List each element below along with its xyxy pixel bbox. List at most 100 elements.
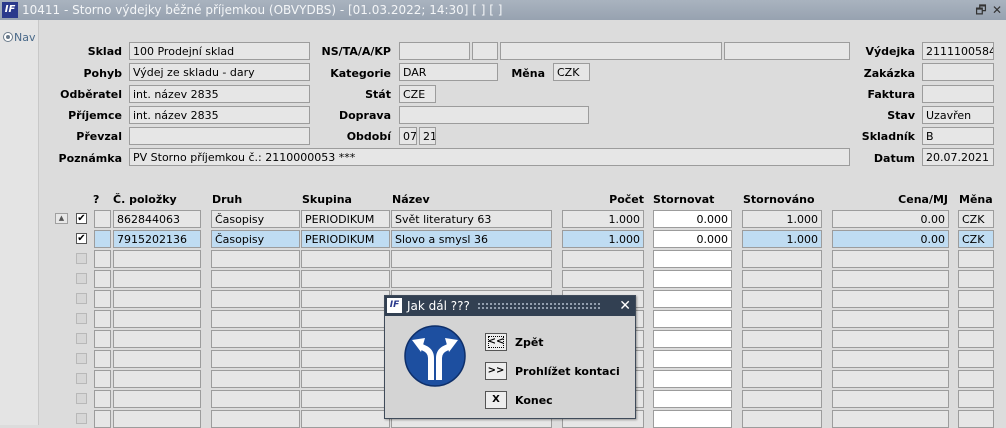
- empty-cell[interactable]: [742, 350, 822, 368]
- odberatel-field[interactable]: int. název 2835: [129, 85, 310, 103]
- empty-cell[interactable]: [391, 270, 552, 288]
- row-2-pocet[interactable]: 1.000: [562, 230, 644, 248]
- empty-cell[interactable]: [562, 270, 644, 288]
- empty-cell[interactable]: [94, 390, 111, 408]
- empty-cell[interactable]: [301, 310, 390, 328]
- empty-cell[interactable]: [742, 410, 822, 428]
- prohlizet-kontaci-key-button[interactable]: >>: [485, 362, 507, 380]
- prijemce-field[interactable]: int. název 2835: [129, 106, 310, 124]
- empty-cell[interactable]: [113, 250, 201, 268]
- nav-radio-icon[interactable]: [3, 32, 13, 42]
- empty-cell[interactable]: [301, 350, 390, 368]
- empty-cell[interactable]: [832, 290, 949, 308]
- dialog-drag-grip[interactable]: [477, 302, 601, 310]
- row-2-cislo[interactable]: 7915202136: [113, 230, 201, 248]
- empty-cell[interactable]: [958, 370, 994, 388]
- empty-cell[interactable]: [653, 390, 732, 408]
- row-1-stornovat[interactable]: 0.000: [653, 210, 732, 228]
- empty-cell[interactable]: [832, 330, 949, 348]
- row-2-checkbox[interactable]: ✔: [76, 233, 87, 244]
- row-1-cena[interactable]: 0.00: [832, 210, 949, 228]
- empty-cell[interactable]: [742, 250, 822, 268]
- empty-cell[interactable]: [958, 290, 994, 308]
- row-1-nazev[interactable]: Svět literatury 63: [391, 210, 552, 228]
- empty-cell[interactable]: [113, 370, 201, 388]
- empty-row-checkbox[interactable]: [76, 253, 87, 264]
- empty-row-checkbox[interactable]: [76, 373, 87, 384]
- empty-cell[interactable]: [958, 390, 994, 408]
- empty-cell[interactable]: [832, 270, 949, 288]
- empty-cell[interactable]: [113, 270, 201, 288]
- empty-cell[interactable]: [113, 390, 201, 408]
- empty-cell[interactable]: [211, 270, 300, 288]
- empty-cell[interactable]: [958, 270, 994, 288]
- empty-cell[interactable]: [301, 330, 390, 348]
- datum-field[interactable]: 20.07.2021: [922, 148, 994, 166]
- empty-cell[interactable]: [94, 410, 111, 428]
- empty-cell[interactable]: [301, 410, 390, 428]
- prohlizet-kontaci-label[interactable]: Prohlížet kontaci: [515, 365, 620, 378]
- empty-row-checkbox[interactable]: [76, 413, 87, 424]
- zpet-key-button[interactable]: <<: [485, 333, 507, 351]
- empty-cell[interactable]: [211, 310, 300, 328]
- empty-cell[interactable]: [113, 350, 201, 368]
- obdobi-month-field[interactable]: 07: [399, 127, 417, 145]
- close-window-button[interactable]: ✕: [990, 2, 1004, 18]
- row-1-mena[interactable]: CZK: [958, 210, 994, 228]
- empty-cell[interactable]: [653, 330, 732, 348]
- empty-cell[interactable]: [94, 310, 111, 328]
- empty-cell[interactable]: [958, 330, 994, 348]
- row-2-druh[interactable]: Časopisy: [211, 230, 300, 248]
- row-2-flag-cell[interactable]: [94, 230, 111, 248]
- pohyb-field[interactable]: Výdej ze skladu - dary: [129, 63, 310, 81]
- empty-cell[interactable]: [958, 350, 994, 368]
- mena-field[interactable]: CZK: [553, 63, 590, 81]
- empty-row-checkbox[interactable]: [76, 273, 87, 284]
- empty-row-checkbox[interactable]: [76, 313, 87, 324]
- empty-cell[interactable]: [113, 410, 201, 428]
- row-1-skupina[interactable]: PERIODIKUM: [301, 210, 390, 228]
- empty-cell[interactable]: [94, 290, 111, 308]
- poznamka-field[interactable]: PV Storno příjemkou č.: 2110000053 ***: [129, 148, 850, 166]
- empty-cell[interactable]: [832, 350, 949, 368]
- empty-cell[interactable]: [113, 330, 201, 348]
- empty-cell[interactable]: [832, 370, 949, 388]
- empty-cell[interactable]: [742, 330, 822, 348]
- empty-cell[interactable]: [301, 290, 390, 308]
- vydejka-field[interactable]: 2111100584: [922, 42, 994, 60]
- row-2-stornovat[interactable]: 0.000: [653, 230, 732, 248]
- empty-cell[interactable]: [301, 270, 390, 288]
- empty-cell[interactable]: [742, 310, 822, 328]
- konec-label[interactable]: Konec: [515, 394, 553, 407]
- empty-cell[interactable]: [958, 410, 994, 428]
- scroll-up-button[interactable]: ▲: [55, 213, 68, 224]
- row-2-mena[interactable]: CZK: [958, 230, 994, 248]
- empty-cell[interactable]: [211, 330, 300, 348]
- empty-cell[interactable]: [742, 270, 822, 288]
- empty-cell[interactable]: [653, 310, 732, 328]
- obdobi-year-field[interactable]: 21: [419, 127, 436, 145]
- empty-cell[interactable]: [211, 370, 300, 388]
- empty-cell[interactable]: [832, 410, 949, 428]
- dialog-title-bar[interactable]: IF Jak dál ??? ✕: [385, 296, 635, 316]
- faktura-field[interactable]: [922, 85, 994, 103]
- row-2-stornovano[interactable]: 1.000: [742, 230, 822, 248]
- ns-field-4[interactable]: [724, 42, 850, 60]
- empty-cell[interactable]: [653, 350, 732, 368]
- empty-cell[interactable]: [653, 250, 732, 268]
- row-2-cena[interactable]: 0.00: [832, 230, 949, 248]
- empty-cell[interactable]: [653, 270, 732, 288]
- empty-cell[interactable]: [94, 330, 111, 348]
- ns-field-3[interactable]: [500, 42, 722, 60]
- stav-field[interactable]: Uzavřen: [922, 106, 994, 124]
- empty-cell[interactable]: [832, 250, 949, 268]
- empty-cell[interactable]: [742, 370, 822, 388]
- empty-cell[interactable]: [391, 250, 552, 268]
- empty-cell[interactable]: [211, 350, 300, 368]
- empty-row-checkbox[interactable]: [76, 393, 87, 404]
- empty-cell[interactable]: [301, 250, 390, 268]
- empty-row-checkbox[interactable]: [76, 293, 87, 304]
- konec-key-button[interactable]: X: [485, 391, 507, 409]
- empty-cell[interactable]: [94, 350, 111, 368]
- restore-window-button[interactable]: 🗗: [974, 2, 988, 18]
